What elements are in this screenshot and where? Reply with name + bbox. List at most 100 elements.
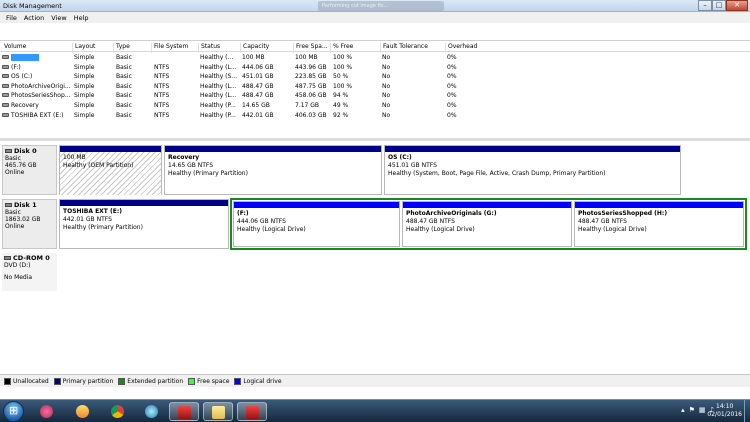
- volume-name: PhotosSeriesShop...: [11, 92, 71, 100]
- partition-size: 488.47 GB NTFS: [406, 218, 455, 225]
- disk-icon: [5, 149, 12, 153]
- table-row[interactable]: Recovery Simple Basic NTFS Healthy (P... 14.6…: [0, 101, 750, 111]
- partition-oem[interactable]: 100 MB Healthy (OEM Partition): [59, 145, 162, 195]
- legend-swatch: [234, 377, 242, 385]
- col-overhead[interactable]: Overhead: [445, 43, 477, 53]
- cell-layout: Simple: [74, 111, 95, 119]
- col-layout[interactable]: Layout: [72, 43, 95, 53]
- taskbar-chrome[interactable]: [103, 402, 133, 421]
- column-headers: Volume Layout Type File System Status Ca…: [0, 41, 750, 53]
- col-capacity[interactable]: Capacity: [240, 43, 269, 53]
- partition-toshiba-e[interactable]: TOSHIBA EXT (E:) 442.01 GB NTFS Healthy …: [59, 199, 229, 249]
- cell-fs: NTFS: [154, 63, 170, 71]
- cell-fs: NTFS: [154, 82, 170, 90]
- disk-1-header[interactable]: Disk 1 Basic 1863.02 GB Online: [2, 199, 57, 249]
- cell-vol: PhotoArchiveOrigi...: [2, 83, 71, 90]
- cell-ft: No: [382, 92, 391, 100]
- col-percent-free[interactable]: % Free: [330, 43, 353, 53]
- taskbar-network[interactable]: [137, 402, 167, 421]
- table-row[interactable]: OS (C:) Simple Basic NTFS Healthy (S... 451.0…: [0, 72, 750, 82]
- cell-free: 223.85 GB: [295, 73, 327, 81]
- cell-capacity: 442.01 GB: [242, 111, 274, 119]
- disk-name: Disk 1: [14, 201, 37, 209]
- network-tray-icon[interactable]: ▦: [699, 406, 706, 414]
- partition-size: 14.65 GB NTFS: [168, 162, 214, 169]
- partition-size: 444.06 GB NTFS: [237, 218, 286, 225]
- taskbar-media[interactable]: [68, 402, 98, 421]
- disk-name: Disk 0: [14, 147, 37, 155]
- partition-g[interactable]: PhotoArchiveOriginals (G:) 488.47 GB NTF…: [402, 201, 572, 247]
- col-status[interactable]: Status: [198, 43, 220, 53]
- taskbar-disk-management[interactable]: [237, 402, 267, 421]
- table-row[interactable]: PhotoArchiveOrigi... Simple Basic NTFS Healt…: [0, 82, 750, 92]
- legend-swatch: [188, 377, 196, 385]
- show-desktop-button[interactable]: [744, 400, 750, 422]
- partition-name: Recovery: [168, 154, 200, 161]
- cell-vol: TOSHIBA EXT (E:): [2, 112, 63, 119]
- cell-ft: No: [382, 82, 391, 90]
- partition-f[interactable]: (F:) 444.06 GB NTFS Healthy (Logical Dri…: [233, 201, 400, 247]
- title-bar: Disk Management Performing cut image fix…: [0, 0, 750, 12]
- col-filesystem[interactable]: File System: [151, 43, 188, 53]
- toolbox-icon: [178, 406, 191, 419]
- cell-overhead: 0%: [447, 102, 457, 109]
- cell-type: Basic: [116, 54, 132, 61]
- flag-icon[interactable]: ⚑: [689, 406, 695, 414]
- cell-fs: NTFS: [154, 73, 170, 81]
- legend-label: Free space: [197, 377, 230, 385]
- close-button[interactable]: ✕: [726, 0, 748, 11]
- partition-name: TOSHIBA EXT (E:): [63, 208, 122, 215]
- taskbar-explorer[interactable]: [203, 402, 233, 421]
- partition-status: Healthy (Logical Drive): [578, 226, 647, 233]
- menu-action[interactable]: Action: [21, 12, 48, 23]
- disk-0-header[interactable]: Disk 0 Basic 465.76 GB Online: [2, 145, 57, 195]
- cell-overhead: 0%: [447, 82, 457, 90]
- col-type[interactable]: Type: [113, 43, 130, 53]
- taskbar-paint[interactable]: [32, 402, 62, 421]
- cell-fs: NTFS: [154, 111, 170, 119]
- cell-pct: 49 %: [333, 102, 349, 109]
- menu-help[interactable]: Help: [71, 12, 93, 23]
- legend: Unallocated Primary partition Extended p…: [0, 374, 750, 387]
- partition-h[interactable]: PhotosSeriesShopped (H:) 488.47 GB NTFS …: [574, 201, 744, 247]
- cell-overhead: 0%: [447, 54, 457, 61]
- legend-swatch: [4, 377, 11, 385]
- cdrom-0-header[interactable]: CD-ROM 0 DVD (D:) No Media: [2, 253, 57, 291]
- disk-state: Online: [5, 169, 25, 176]
- partition-recovery[interactable]: Recovery 14.65 GB NTFS Healthy (Primary …: [164, 145, 382, 195]
- volume-list[interactable]: Volume Layout Type File System Status Ca…: [0, 40, 750, 138]
- col-free-space[interactable]: Free Spa...: [293, 43, 328, 53]
- disk-type: DVD (D:): [4, 262, 31, 269]
- clock-date: 02/01/2016: [707, 411, 742, 418]
- menu-file[interactable]: File: [3, 12, 21, 23]
- clock[interactable]: 14:10 02/01/2016: [707, 403, 742, 419]
- partition-status: Healthy (Primary Partition): [63, 224, 143, 231]
- partition-size: 442.01 GB NTFS: [63, 216, 112, 223]
- cell-type: Basic: [116, 111, 132, 119]
- table-row[interactable]: PhotosSeriesShop... Simple Basic NTFS Health…: [0, 91, 750, 101]
- col-fault-tolerance[interactable]: Fault Tolerance: [380, 43, 428, 53]
- taskbar-toolbox[interactable]: [169, 402, 199, 421]
- cell-ft: No: [382, 73, 391, 81]
- minimize-button[interactable]: –: [698, 0, 712, 11]
- cell-vol: OS (C:): [2, 73, 32, 80]
- cell-layout: Simple: [74, 82, 95, 90]
- cell-capacity: 444.06 GB: [242, 63, 274, 71]
- tray-arrow-icon[interactable]: ▴: [681, 406, 685, 414]
- cell-layout: Simple: [74, 73, 95, 81]
- col-volume[interactable]: Volume: [2, 43, 26, 53]
- start-button[interactable]: [3, 401, 24, 422]
- cell-status: Healthy (...: [200, 54, 234, 61]
- table-row[interactable]: (F:) Simple Basic NTFS Healthy (L... 444.06 G…: [0, 63, 750, 73]
- cell-vol: Recovery: [2, 102, 39, 109]
- table-row[interactable]: Simple Basic Healthy (... 100 MB 100 MB 100 %…: [0, 53, 750, 63]
- menu-view[interactable]: View: [48, 12, 70, 23]
- table-row[interactable]: TOSHIBA EXT (E:) Simple Basic NTFS Healthy (…: [0, 111, 750, 121]
- partition-name: OS (C:): [388, 154, 412, 161]
- partition-os-c[interactable]: OS (C:) 451.01 GB NTFS Healthy (System, …: [384, 145, 681, 195]
- maximize-button[interactable]: □: [712, 0, 726, 11]
- taskbar: ▴ ⚑ ▦ ♪ 14:10 02/01/2016: [0, 399, 750, 422]
- taskbar-preview-hint: Performing cut image fix...: [318, 1, 444, 11]
- cdrom-icon: [4, 256, 11, 260]
- cell-layout: Simple: [74, 54, 95, 61]
